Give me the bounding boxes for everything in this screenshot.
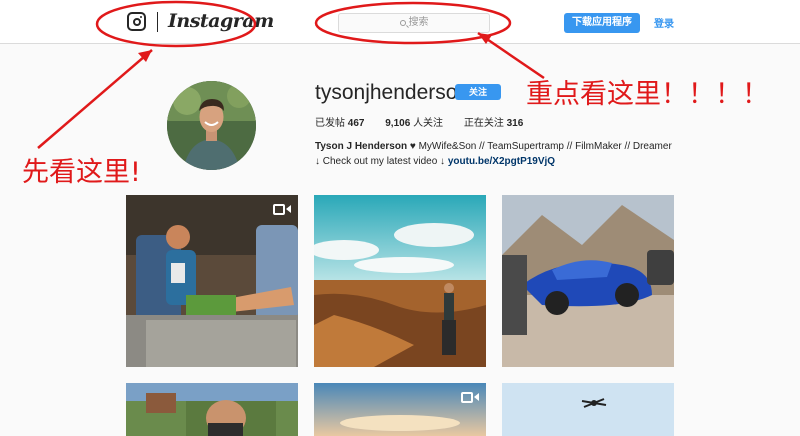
follow-button[interactable]: 关注 <box>455 84 501 100</box>
annotation-text-right: 重点看这里！！！！ <box>526 79 769 110</box>
instagram-wordmark[interactable]: Instagram <box>168 10 274 32</box>
login-link[interactable]: 登录 <box>654 15 674 30</box>
post-thumbnail[interactable] <box>126 383 298 436</box>
post-thumbnail[interactable] <box>314 383 486 436</box>
post-thumbnail[interactable] <box>502 195 674 367</box>
stat-posts: 已发帖 467 <box>315 118 364 129</box>
stat-followers-value: 9,106 <box>385 118 411 129</box>
profile-bio: Tyson J Henderson ♥ MyWife&Son // TeamSu… <box>315 139 672 169</box>
download-app-button[interactable]: 下载应用程序 <box>564 13 640 33</box>
post-thumbnail[interactable] <box>126 195 298 367</box>
video-icon <box>461 391 479 404</box>
annotation-arrowhead-left <box>138 50 152 62</box>
stat-followers-label: 人关注 <box>413 118 444 129</box>
bio-cta: ↓ Check out my latest video ↓ <box>315 156 446 167</box>
heart-icon: ♥ <box>409 141 416 152</box>
video-icon <box>273 203 291 216</box>
search-input[interactable]: 搜索 <box>338 13 490 33</box>
stat-following[interactable]: 正在关注 316 <box>464 118 523 129</box>
stat-following-value: 316 <box>506 118 524 129</box>
stat-following-label: 正在关注 <box>463 118 504 129</box>
bio-full-name: Tyson J Henderson <box>315 141 408 152</box>
post-thumbnail[interactable] <box>502 383 674 436</box>
profile-stats: 已发帖 467 9,106 人关注 正在关注 316 <box>315 114 541 129</box>
annotation-arrow-left <box>37 49 153 149</box>
annotation-text-left: 先看这里! <box>22 157 141 188</box>
search-icon <box>399 20 406 26</box>
bio-text: MyWife&Son // TeamSupertramp // FilmMake… <box>418 141 672 152</box>
profile-avatar <box>167 81 256 170</box>
search-placeholder: 搜索 <box>408 17 429 28</box>
top-navbar: Instagram 搜索 下载应用程序 登录 <box>0 0 800 44</box>
stat-posts-value: 467 <box>347 118 365 129</box>
bio-line-1: Tyson J Henderson ♥ MyWife&Son // TeamSu… <box>315 139 672 154</box>
logo-divider <box>157 12 158 32</box>
bio-line-2: ↓ Check out my latest video ↓ youtu.be/X… <box>315 154 672 169</box>
bio-link[interactable]: youtu.be/X2pgtP19VjQ <box>448 156 555 167</box>
profile-username: tysonjhenderson <box>315 81 470 104</box>
stat-posts-label: 已发帖 <box>315 118 345 129</box>
post-thumbnail[interactable] <box>314 195 486 367</box>
stat-followers[interactable]: 9,106 人关注 <box>385 118 443 129</box>
instagram-camera-icon[interactable] <box>127 12 146 31</box>
